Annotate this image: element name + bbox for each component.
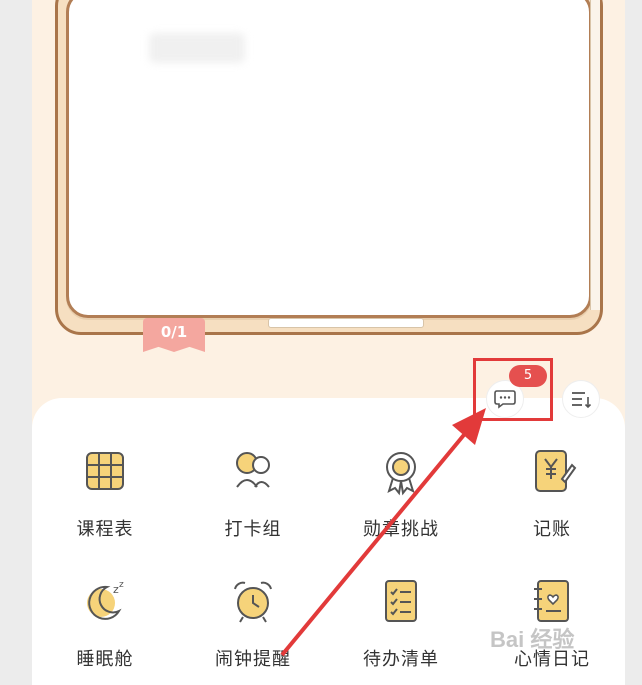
watermark: Bai 经验	[490, 627, 575, 652]
annotation-arrow	[280, 408, 486, 657]
